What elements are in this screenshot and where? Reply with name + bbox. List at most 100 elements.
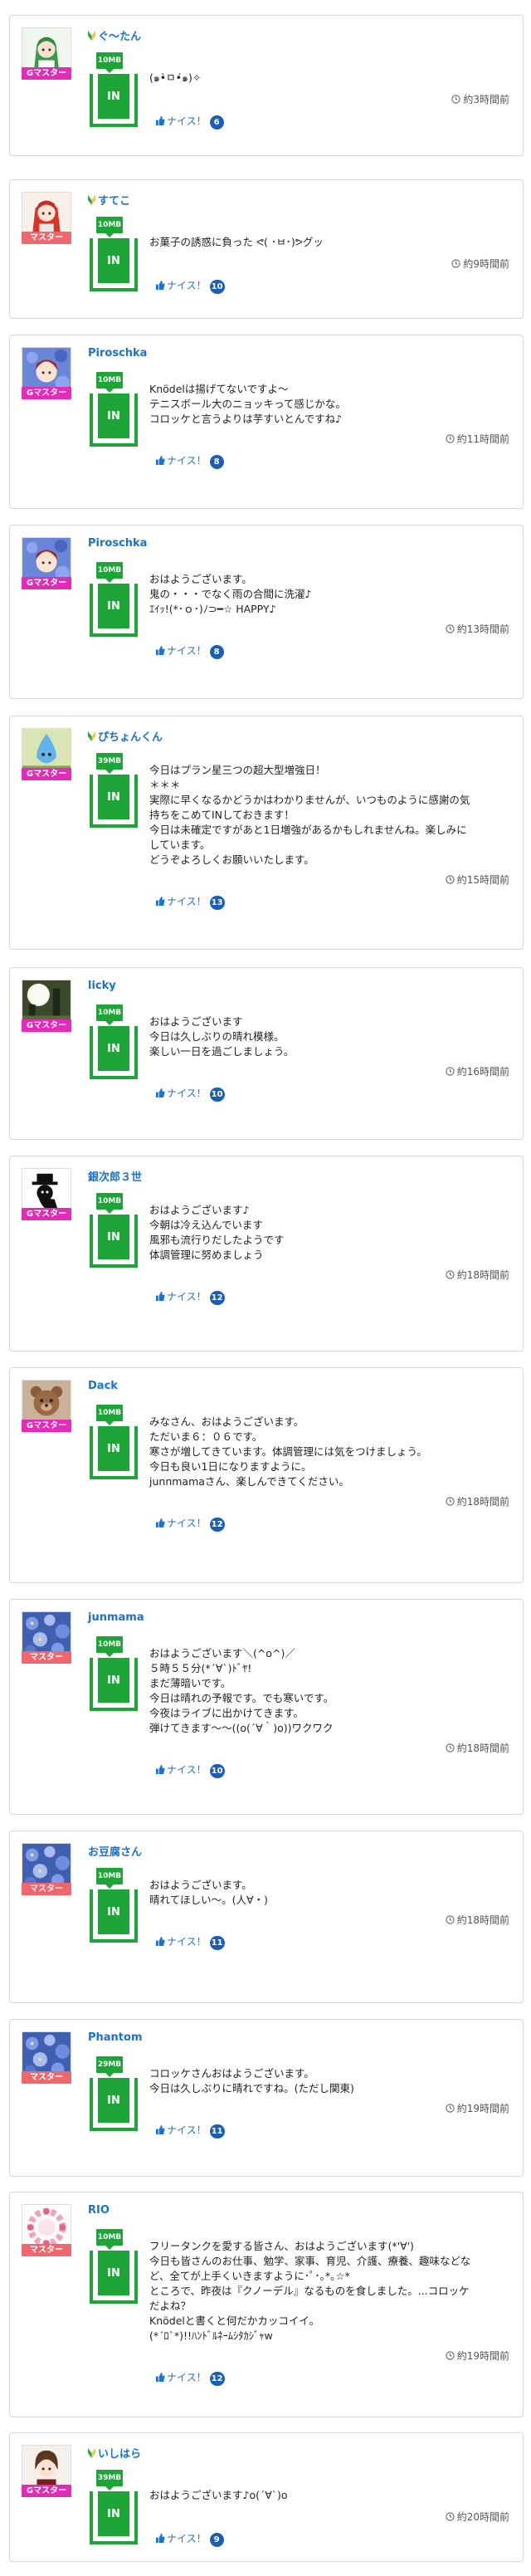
message-line: 風邪も流行りだしたようです (149, 1234, 285, 1246)
message-line: テニスボール大のニョッキって感じかな。 (149, 398, 346, 410)
nice-count: 12 (209, 1518, 225, 1532)
clock-icon (446, 2511, 457, 2523)
thumbs-up-icon (156, 115, 167, 127)
in-tank-box: IN (90, 74, 138, 127)
username-link[interactable]: Piroschka (88, 537, 147, 550)
post-message: お菓子の誘惑に負った ᕙ( ･ㅂ･)ᕗグッ (149, 235, 514, 250)
in-label: IN (98, 2251, 129, 2295)
in-label: IN (98, 1889, 129, 1934)
data-amount-label: 10MB (96, 1405, 123, 1421)
nice-button[interactable]: ナイス！ 13 (156, 894, 225, 910)
in-label: IN (98, 393, 129, 438)
nice-button[interactable]: ナイス！ 8 (156, 453, 224, 469)
nice-button[interactable]: ナイス！ 8 (156, 643, 224, 659)
thumbs-up-icon (156, 455, 167, 467)
data-amount-label: 10MB (96, 1004, 123, 1021)
username-link[interactable]: junmama (88, 1611, 144, 1624)
nice-button[interactable]: ナイス！ 10 (156, 1762, 225, 1778)
clock-icon (446, 623, 457, 635)
message-line: 今日は久しぶりに晴れですね。(ただし関東) (149, 2082, 354, 2095)
nice-button[interactable]: ナイス！ 10 (156, 1086, 225, 1102)
username-text: licky (88, 980, 116, 992)
timestamp-text: 約19時間前 (456, 2103, 509, 2114)
rank-badge: Gマスター (22, 1019, 71, 1032)
nice-button[interactable]: ナイス！ 12 (156, 1516, 225, 1532)
message-line: おはようございます。 (149, 1879, 252, 1891)
thumbs-up-icon (156, 1088, 167, 1099)
message-line: 体調管理に努めましょう (149, 1249, 264, 1261)
rank-badge: Gマスター (22, 2485, 71, 2497)
clock-icon (446, 2103, 457, 2114)
nice-label: ナイス！ (167, 645, 207, 657)
username-link[interactable]: いしはら (88, 2445, 141, 2461)
nice-count: 12 (209, 2372, 225, 2386)
nice-button[interactable]: ナイス！ 12 (156, 1289, 225, 1305)
nice-count: 9 (209, 2533, 224, 2547)
username-link[interactable]: お豆腐さん (88, 1843, 142, 1859)
nice-label: ナイス！ (167, 2372, 207, 2383)
message-line: ど、全てが上手くいきますように･ﾟ･｡*｡☆* (149, 2270, 350, 2282)
nice-button[interactable]: ナイス！ 10 (156, 278, 225, 294)
thumbs-up-icon (156, 645, 167, 657)
post-card: Gマスター 銀次郎３世 10MB IN おはようございます♪ 今朝は冷え込んでいます 風邪も… (9, 1156, 524, 1352)
post-card: Gマスター licky 10MB IN おはようございます 今日は久しぶりの晴れ模様。 楽し… (9, 967, 524, 1140)
in-tank-box: IN (90, 775, 138, 828)
in-tank-box: IN (90, 584, 138, 637)
in-label: IN (98, 1215, 129, 1259)
nice-count: 12 (209, 1291, 225, 1305)
username-link[interactable]: すてこ (88, 192, 130, 208)
post-timestamp: 約13時間前 (446, 622, 509, 636)
down-arrow-icon (105, 579, 114, 583)
message-line: おはようございます♪o(´∀`)o (149, 2489, 288, 2501)
down-arrow-icon (105, 1421, 114, 1425)
down-arrow-icon (105, 2073, 114, 2077)
username-text: Phantom (88, 2031, 143, 2044)
username-text: Piroschka (88, 537, 148, 550)
username-link[interactable]: Dack (88, 1380, 118, 1392)
beginner-leaf-icon (88, 2448, 98, 2461)
nice-button[interactable]: ナイス！ 12 (156, 2370, 225, 2386)
nice-count: 10 (209, 280, 225, 294)
beginner-leaf-icon (88, 31, 98, 43)
post-timestamp: 約18時間前 (446, 1913, 509, 1927)
nice-button[interactable]: ナイス！ 11 (156, 2123, 225, 2139)
nice-label: ナイス！ (167, 1764, 207, 1776)
username-link[interactable]: 銀次郎３世 (88, 1168, 142, 1184)
post-timestamp: 約11時間前 (446, 432, 509, 446)
message-line: 今朝は冷え込んでいます (149, 1219, 263, 1231)
username-text: Piroschka (88, 347, 148, 359)
username-link[interactable]: licky (88, 980, 116, 992)
down-arrow-icon (105, 1653, 114, 1657)
down-arrow-icon (105, 69, 114, 73)
data-amount-label: 10MB (96, 1868, 123, 1884)
in-label: IN (98, 1026, 129, 1071)
username-link[interactable]: RIO (88, 2204, 110, 2217)
rank-badge: Gマスター (22, 1208, 71, 1220)
rank-badge: マスター (22, 2244, 71, 2256)
username-link[interactable]: ぴちょんくん (88, 728, 163, 744)
username-link[interactable]: ぐ〜たん (88, 27, 141, 43)
post-message: おはようございます＼(^o^)／ ５時５５分(*´∀`)ﾄﾞﾔ! まだ薄暗いです。今… (149, 1646, 514, 1736)
username-link[interactable]: Piroschka (88, 347, 147, 359)
nice-button[interactable]: ナイス！ 11 (156, 1934, 225, 1950)
message-line: フリータンクを愛する皆さん、おはようございます(*'∀') (149, 2240, 414, 2252)
nice-label: ナイス！ (167, 280, 207, 291)
thumbs-up-icon (156, 2533, 167, 2544)
in-label: IN (98, 2078, 129, 2123)
post-message: (๑•̀ㅁ•́๑)✧ (149, 71, 514, 86)
post-message: みなさん、おはようございます。 ただいま６：０６です。 寒さが増してきています。体調… (149, 1415, 514, 1489)
thumbs-up-icon (156, 2372, 167, 2383)
nice-button[interactable]: ナイス！ 9 (156, 2531, 224, 2547)
username-link[interactable]: Phantom (88, 2031, 143, 2044)
post-message: Knödelは揚げてないですよ〜 テニスボール大のニョッキって感じかな。 コロッケと… (149, 382, 514, 427)
thumbs-up-icon (156, 1764, 167, 1776)
in-label: IN (98, 1426, 129, 1471)
rank-badge: マスター (22, 1883, 71, 1895)
post-timestamp: 約9時間前 (451, 257, 509, 271)
in-tank-box: IN (90, 1889, 138, 1943)
in-label: IN (98, 775, 129, 819)
rank-badge: マスター (22, 1651, 71, 1664)
nice-button[interactable]: ナイス！ 6 (156, 114, 224, 130)
rank-badge: マスター (22, 232, 71, 244)
nice-count: 8 (209, 645, 224, 659)
